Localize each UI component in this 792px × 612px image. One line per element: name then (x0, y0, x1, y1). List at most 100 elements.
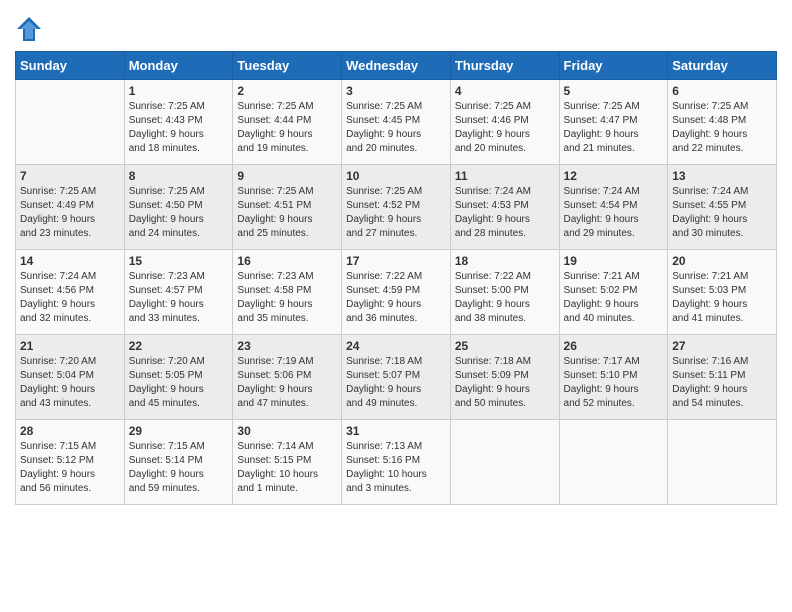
calendar-row: 14 Sunrise: 7:24 AMSunset: 4:56 PMDayligh… (16, 250, 777, 335)
calendar-cell: 1 Sunrise: 7:25 AMSunset: 4:43 PMDaylight… (124, 80, 233, 165)
logo (15, 15, 47, 43)
calendar-row: 28 Sunrise: 7:15 AMSunset: 5:12 PMDayligh… (16, 420, 777, 505)
calendar-cell: 28 Sunrise: 7:15 AMSunset: 5:12 PMDayligh… (16, 420, 125, 505)
cell-details: Sunrise: 7:25 AMSunset: 4:52 PMDaylight:… (346, 185, 446, 241)
day-number: 1 (129, 84, 229, 98)
calendar-cell: 6 Sunrise: 7:25 AMSunset: 4:48 PMDaylight… (668, 80, 777, 165)
day-number: 6 (672, 84, 772, 98)
day-number: 2 (237, 84, 337, 98)
calendar-cell: 11Sunrise: 7:24 AMSunset: 4:53 PMDayligh… (450, 165, 559, 250)
day-number: 7 (20, 169, 120, 183)
calendar-cell: 9 Sunrise: 7:25 AMSunset: 4:51 PMDaylight… (233, 165, 342, 250)
cell-details: Sunrise: 7:16 AMSunset: 5:11 PMDaylight:… (672, 355, 772, 411)
calendar-cell: 22 Sunrise: 7:20 AMSunset: 5:05 PMDayligh… (124, 335, 233, 420)
calendar-cell (668, 420, 777, 505)
calendar-cell: 16 Sunrise: 7:23 AMSunset: 4:58 PMDayligh… (233, 250, 342, 335)
calendar-cell: 29 Sunrise: 7:15 AMSunset: 5:14 PMDayligh… (124, 420, 233, 505)
day-number: 18 (455, 254, 555, 268)
calendar-cell: 21 Sunrise: 7:20 AMSunset: 5:04 PMDayligh… (16, 335, 125, 420)
cell-details: Sunrise: 7:24 AMSunset: 4:56 PMDaylight:… (20, 270, 120, 326)
calendar-row: 1 Sunrise: 7:25 AMSunset: 4:43 PMDaylight… (16, 80, 777, 165)
logo-icon (15, 15, 43, 43)
day-number: 8 (129, 169, 229, 183)
cell-details: Sunrise: 7:25 AMSunset: 4:45 PMDaylight:… (346, 100, 446, 156)
calendar-cell: 13 Sunrise: 7:24 AMSunset: 4:55 PMDayligh… (668, 165, 777, 250)
cell-details: Sunrise: 7:17 AMSunset: 5:10 PMDaylight:… (564, 355, 664, 411)
calendar-cell: 12 Sunrise: 7:24 AMSunset: 4:54 PMDayligh… (559, 165, 668, 250)
day-number: 20 (672, 254, 772, 268)
calendar-cell: 5 Sunrise: 7:25 AMSunset: 4:47 PMDaylight… (559, 80, 668, 165)
weekday-header-friday: Friday (559, 52, 668, 80)
calendar-row: 7 Sunrise: 7:25 AMSunset: 4:49 PMDaylight… (16, 165, 777, 250)
day-number: 9 (237, 169, 337, 183)
cell-details: Sunrise: 7:24 AMSunset: 4:54 PMDaylight:… (564, 185, 664, 241)
calendar-cell: 3 Sunrise: 7:25 AMSunset: 4:45 PMDaylight… (342, 80, 451, 165)
calendar-header: SundayMondayTuesdayWednesdayThursdayFrid… (16, 52, 777, 80)
day-number: 24 (346, 339, 446, 353)
calendar-cell: 31 Sunrise: 7:13 AMSunset: 5:16 PMDayligh… (342, 420, 451, 505)
cell-details: Sunrise: 7:24 AMSunset: 4:53 PMDaylight:… (455, 185, 555, 241)
calendar-cell: 15 Sunrise: 7:23 AMSunset: 4:57 PMDayligh… (124, 250, 233, 335)
cell-details: Sunrise: 7:19 AMSunset: 5:06 PMDaylight:… (237, 355, 337, 411)
cell-details: Sunrise: 7:25 AMSunset: 4:51 PMDaylight:… (237, 185, 337, 241)
cell-details: Sunrise: 7:20 AMSunset: 5:05 PMDaylight:… (129, 355, 229, 411)
day-number: 28 (20, 424, 120, 438)
calendar-table: SundayMondayTuesdayWednesdayThursdayFrid… (15, 51, 777, 505)
calendar-cell (450, 420, 559, 505)
calendar-cell: 24Sunrise: 7:18 AMSunset: 5:07 PMDayligh… (342, 335, 451, 420)
calendar-body: 1 Sunrise: 7:25 AMSunset: 4:43 PMDaylight… (16, 80, 777, 505)
day-number: 16 (237, 254, 337, 268)
calendar-cell (559, 420, 668, 505)
day-number: 21 (20, 339, 120, 353)
cell-details: Sunrise: 7:22 AMSunset: 5:00 PMDaylight:… (455, 270, 555, 326)
day-number: 31 (346, 424, 446, 438)
day-number: 13 (672, 169, 772, 183)
calendar-row: 21 Sunrise: 7:20 AMSunset: 5:04 PMDayligh… (16, 335, 777, 420)
calendar-cell: 18 Sunrise: 7:22 AMSunset: 5:00 PMDayligh… (450, 250, 559, 335)
day-number: 15 (129, 254, 229, 268)
calendar-cell: 8 Sunrise: 7:25 AMSunset: 4:50 PMDaylight… (124, 165, 233, 250)
cell-details: Sunrise: 7:25 AMSunset: 4:50 PMDaylight:… (129, 185, 229, 241)
cell-details: Sunrise: 7:15 AMSunset: 5:14 PMDaylight:… (129, 440, 229, 496)
day-number: 5 (564, 84, 664, 98)
day-number: 10 (346, 169, 446, 183)
cell-details: Sunrise: 7:25 AMSunset: 4:48 PMDaylight:… (672, 100, 772, 156)
day-number: 29 (129, 424, 229, 438)
day-number: 27 (672, 339, 772, 353)
calendar-cell (16, 80, 125, 165)
cell-details: Sunrise: 7:20 AMSunset: 5:04 PMDaylight:… (20, 355, 120, 411)
cell-details: Sunrise: 7:25 AMSunset: 4:47 PMDaylight:… (564, 100, 664, 156)
cell-details: Sunrise: 7:25 AMSunset: 4:49 PMDaylight:… (20, 185, 120, 241)
cell-details: Sunrise: 7:18 AMSunset: 5:09 PMDaylight:… (455, 355, 555, 411)
cell-details: Sunrise: 7:21 AMSunset: 5:02 PMDaylight:… (564, 270, 664, 326)
header (15, 10, 777, 43)
cell-details: Sunrise: 7:25 AMSunset: 4:44 PMDaylight:… (237, 100, 337, 156)
cell-details: Sunrise: 7:15 AMSunset: 5:12 PMDaylight:… (20, 440, 120, 496)
cell-details: Sunrise: 7:24 AMSunset: 4:55 PMDaylight:… (672, 185, 772, 241)
weekday-header-monday: Monday (124, 52, 233, 80)
calendar-cell: 30Sunrise: 7:14 AMSunset: 5:15 PMDayligh… (233, 420, 342, 505)
weekday-header-row: SundayMondayTuesdayWednesdayThursdayFrid… (16, 52, 777, 80)
weekday-header-sunday: Sunday (16, 52, 125, 80)
calendar-cell: 25Sunrise: 7:18 AMSunset: 5:09 PMDayligh… (450, 335, 559, 420)
cell-details: Sunrise: 7:13 AMSunset: 5:16 PMDaylight:… (346, 440, 446, 496)
calendar-cell: 17Sunrise: 7:22 AMSunset: 4:59 PMDayligh… (342, 250, 451, 335)
cell-details: Sunrise: 7:23 AMSunset: 4:57 PMDaylight:… (129, 270, 229, 326)
cell-details: Sunrise: 7:25 AMSunset: 4:46 PMDaylight:… (455, 100, 555, 156)
day-number: 14 (20, 254, 120, 268)
day-number: 17 (346, 254, 446, 268)
cell-details: Sunrise: 7:21 AMSunset: 5:03 PMDaylight:… (672, 270, 772, 326)
page-container: SundayMondayTuesdayWednesdayThursdayFrid… (0, 0, 792, 520)
day-number: 22 (129, 339, 229, 353)
calendar-cell: 23Sunrise: 7:19 AMSunset: 5:06 PMDayligh… (233, 335, 342, 420)
day-number: 3 (346, 84, 446, 98)
weekday-header-wednesday: Wednesday (342, 52, 451, 80)
weekday-header-tuesday: Tuesday (233, 52, 342, 80)
calendar-cell: 19 Sunrise: 7:21 AMSunset: 5:02 PMDayligh… (559, 250, 668, 335)
cell-details: Sunrise: 7:25 AMSunset: 4:43 PMDaylight:… (129, 100, 229, 156)
calendar-cell: 27 Sunrise: 7:16 AMSunset: 5:11 PMDayligh… (668, 335, 777, 420)
day-number: 19 (564, 254, 664, 268)
calendar-cell: 4Sunrise: 7:25 AMSunset: 4:46 PMDaylight… (450, 80, 559, 165)
day-number: 12 (564, 169, 664, 183)
cell-details: Sunrise: 7:23 AMSunset: 4:58 PMDaylight:… (237, 270, 337, 326)
